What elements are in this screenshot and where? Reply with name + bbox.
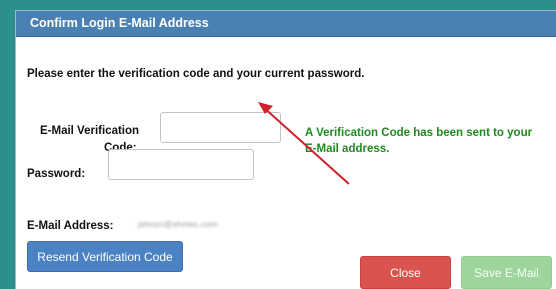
red-arrow-annotation: [258, 102, 350, 185]
arrow-shaft: [261, 105, 350, 185]
arrow-head-icon: [258, 102, 273, 114]
